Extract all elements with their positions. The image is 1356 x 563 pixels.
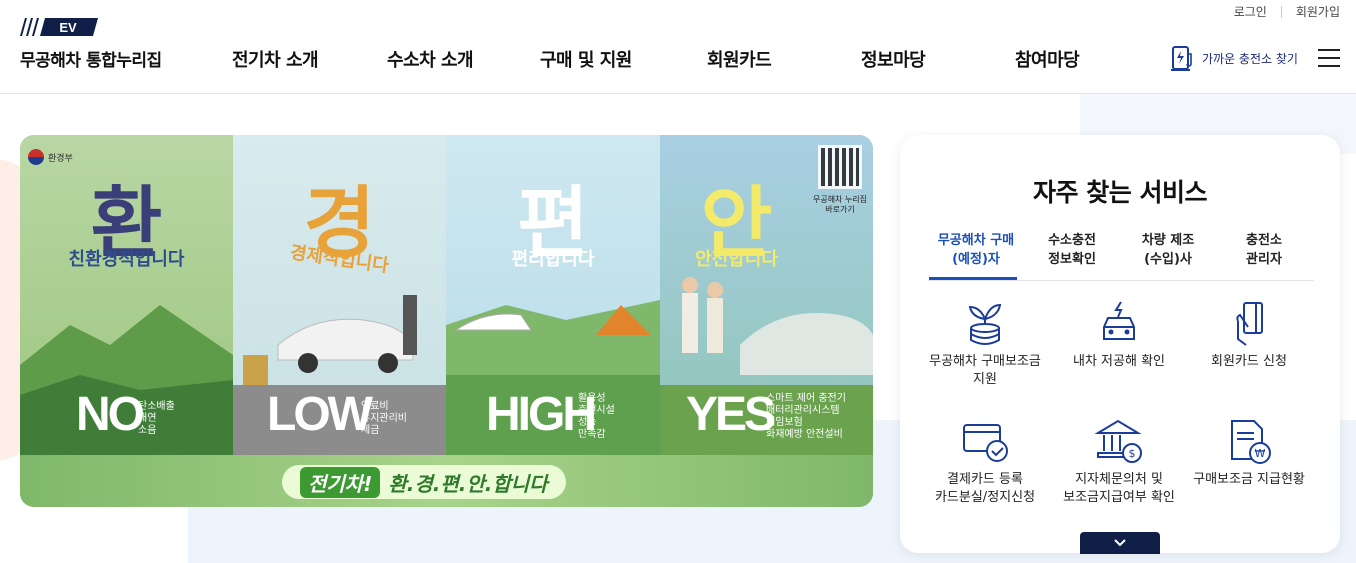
nearby-charger-link[interactable]: 가까운 충전소 찾기 bbox=[1170, 44, 1298, 72]
expand-services-button[interactable] bbox=[1080, 532, 1160, 554]
car-eco-icon bbox=[1103, 301, 1135, 340]
banner-panel-safety: 무공해차 누리집 바로가기 안 안전합니다 YES 스마트 제어 충전기 배터리관리… bbox=[660, 135, 873, 455]
service-label: 회원카드 신청 bbox=[1211, 354, 1287, 369]
banner-panel-eco: 환경부 환 친환경적입니다 NO 탄소배출 매연 소음 bbox=[20, 135, 233, 455]
frequent-services-card: 자주 찾는 서비스 무공해차 구매 (예정)자 수소충전 정보확인 차량 제조 (수입… bbox=[900, 135, 1340, 554]
ev-logo-badge[interactable]: EV bbox=[20, 18, 98, 36]
services-title: 자주 찾는 서비스 bbox=[1033, 178, 1207, 207]
panel-desc: 연료비 유지관리비 세금 bbox=[361, 401, 407, 436]
logo-badge-text: EV bbox=[59, 20, 77, 35]
service-member-card-apply[interactable]: 회원카드 신청 bbox=[1184, 299, 1314, 371]
service-low-emission-check[interactable]: 내차 저공해 확인 bbox=[1054, 299, 1184, 371]
service-label: 무공해차 구매보조금 지원 bbox=[929, 354, 1041, 387]
service-label: 지자체문의처 및 보조금지급여부 확인 bbox=[1063, 472, 1175, 505]
service-label: 내차 저공해 확인 bbox=[1073, 354, 1165, 369]
header-divider bbox=[0, 93, 1356, 94]
panel-subtitle: 친환경적입니다 bbox=[68, 249, 185, 270]
nearby-charger-label: 가까운 충전소 찾기 bbox=[1202, 51, 1298, 66]
utility-links: 로그인 회원가입 bbox=[1234, 3, 1340, 20]
card-hand-icon bbox=[1236, 302, 1263, 346]
banner-panel-economy: 경 경제적입니다 LOW 연료비 유지관리비 세금 bbox=[233, 135, 446, 455]
service-label: 구매보조금 지급현황 bbox=[1193, 472, 1305, 487]
hamburger-icon[interactable] bbox=[1318, 49, 1340, 67]
panel-desc: 스마트 제어 충전기 배터리관리시스템 책임보험 화재예방 안전설비 bbox=[766, 393, 846, 440]
service-payment-card[interactable]: 결제카드 등록 카드분실/정지신청 bbox=[920, 417, 1050, 507]
nav-hydrogen-intro[interactable]: 수소차 소개 bbox=[387, 46, 474, 72]
svg-text:₩: ₩ bbox=[1255, 447, 1266, 460]
nav-participation[interactable]: 참여마당 bbox=[1015, 46, 1080, 72]
coins-plant-icon bbox=[968, 303, 1002, 345]
service-purchase-subsidy[interactable]: 무공해차 구매보조금 지원 bbox=[920, 299, 1050, 389]
nav-ev-intro[interactable]: 전기차 소개 bbox=[232, 46, 319, 72]
panel-subtitle: 편리합니다 bbox=[511, 249, 595, 270]
banner-slogan: 전기차! 환.경.편.안.합니다 bbox=[282, 465, 566, 499]
slogan-tag: 전기차! bbox=[300, 466, 381, 498]
banner-panel-convenience: 편 편리합니다 HIGH 활용성 충전시설 성능 만족감 bbox=[446, 135, 660, 455]
nav-info[interactable]: 정보마당 bbox=[861, 46, 926, 72]
document-won-icon: ₩ bbox=[1231, 420, 1271, 464]
government-building-icon: $ bbox=[1094, 419, 1142, 463]
signup-link[interactable]: 회원가입 bbox=[1296, 3, 1340, 20]
site-logo-text[interactable]: 무공해차 통합누리집 bbox=[20, 46, 162, 71]
card-check-icon bbox=[963, 424, 1008, 462]
service-subsidy-status[interactable]: ₩ 구매보조금 지급현황 bbox=[1184, 417, 1314, 489]
panel-desc: 탄소배출 매연 소음 bbox=[138, 401, 175, 436]
service-label: 결제카드 등록 카드분실/정지신청 bbox=[934, 472, 1036, 505]
nav-member-card[interactable]: 회원카드 bbox=[707, 46, 772, 72]
charging-station-icon bbox=[1171, 46, 1192, 71]
tab-buyer[interactable]: 무공해차 구매 (예정)자 bbox=[928, 231, 1024, 269]
main-banner[interactable]: 환경부 환 친환경적입니다 NO 탄소배출 매연 소음 경 경제적입니다 LOW 연… bbox=[20, 135, 873, 507]
tab-hydrogen-info[interactable]: 수소충전 정보확인 bbox=[1024, 231, 1120, 269]
panel-keyword: LOW bbox=[267, 388, 373, 441]
panel-keyword: YES bbox=[686, 388, 776, 441]
nav-purchase-support[interactable]: 구매 및 지원 bbox=[540, 46, 632, 72]
divider bbox=[1280, 5, 1282, 18]
svg-text:$: $ bbox=[1129, 447, 1136, 460]
panel-keyword: NO bbox=[76, 388, 145, 441]
services-tabs: 무공해차 구매 (예정)자 수소충전 정보확인 차량 제조 (수입)사 충전소 관리자 bbox=[928, 231, 1314, 281]
tab-manufacturer[interactable]: 차량 제조 (수입)사 bbox=[1120, 231, 1216, 269]
chevron-down-icon bbox=[1114, 539, 1126, 547]
active-tab-indicator bbox=[929, 277, 1017, 280]
tab-station-manager[interactable]: 충전소 관리자 bbox=[1216, 231, 1312, 269]
login-link[interactable]: 로그인 bbox=[1234, 3, 1267, 20]
panel-desc: 활용성 충전시설 성능 만족감 bbox=[578, 393, 615, 440]
slogan-text: 환.경.편.안.합니다 bbox=[388, 471, 548, 496]
service-local-gov-inquiry[interactable]: $ 지자체문의처 및 보조금지급여부 확인 bbox=[1054, 417, 1184, 507]
